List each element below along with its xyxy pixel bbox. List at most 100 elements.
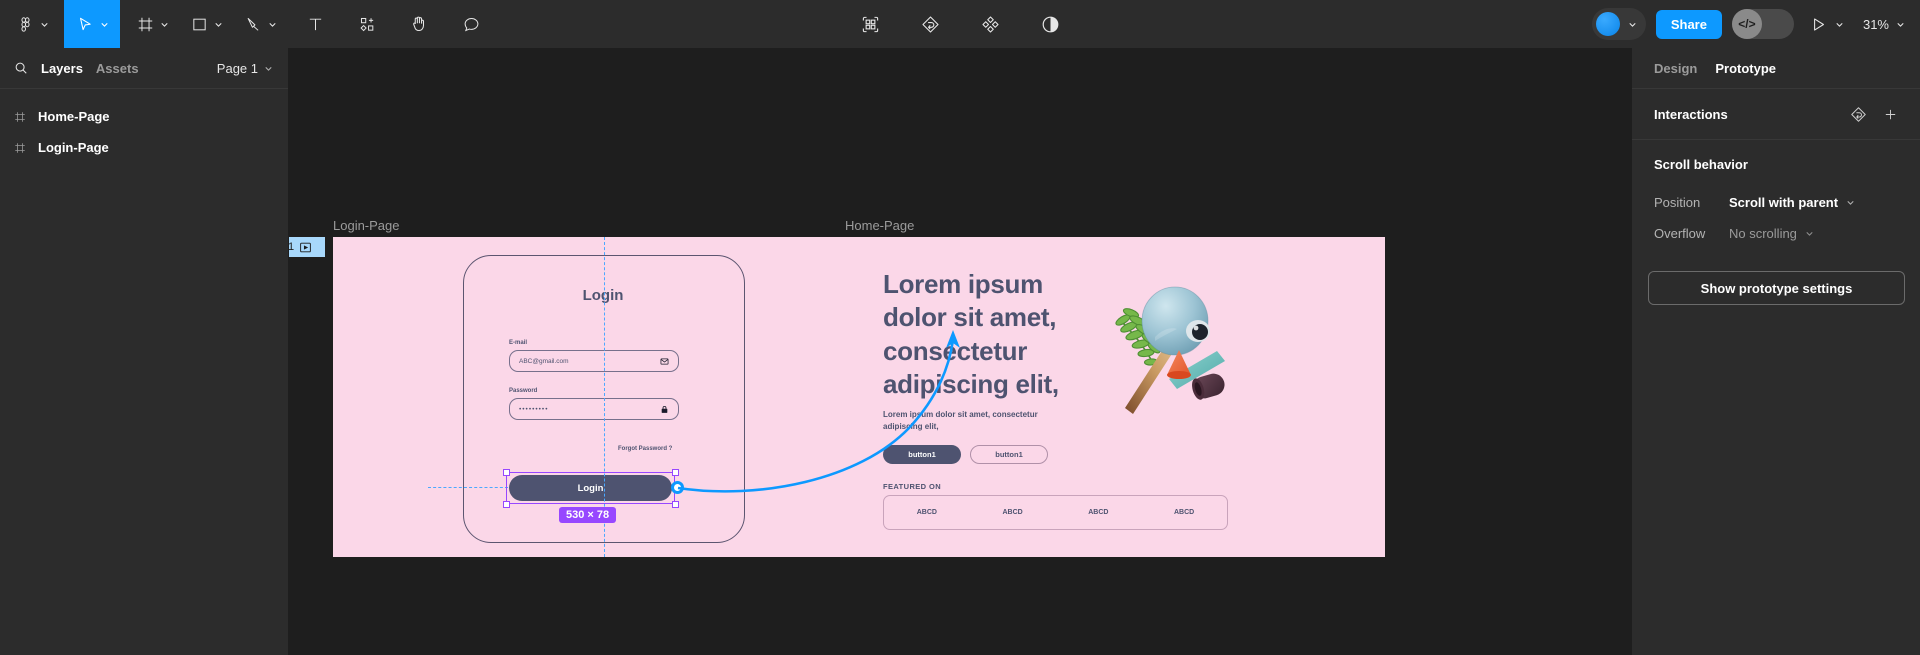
resize-handle-top-left[interactable] [503,469,510,476]
actions-tool-icon[interactable] [350,0,384,48]
email-value: ABC@gmail.com [519,357,569,365]
frame-label-home-page[interactable]: Home-Page [845,218,914,233]
alignment-guide-horizontal [428,487,508,488]
pen-tool-icon[interactable] [242,0,264,48]
frame-home-page[interactable]: Lorem ipsum dolor sit amet, consectetur … [845,237,1385,557]
interactions-actions [1850,106,1898,123]
login-submit-button[interactable]: Login [509,475,672,501]
tab-prototype[interactable]: Prototype [1715,61,1776,76]
pen-tool-button[interactable] [238,0,282,48]
layer-item-home-page[interactable]: Home-Page [0,101,288,132]
chevron-down-icon[interactable] [1804,228,1815,239]
lock-icon [660,405,669,414]
contrast-icon[interactable] [1033,0,1067,48]
play-icon[interactable] [1810,16,1827,33]
chevron-down-icon[interactable] [1845,197,1856,208]
overflow-value: No scrolling [1729,226,1797,241]
overflow-select[interactable]: No scrolling [1729,226,1815,241]
flow-start-badge[interactable]: 1 [289,236,326,258]
resize-handle-bottom-left[interactable] [503,501,510,508]
featured-logos-row: ABCD ABCD ABCD ABCD [883,495,1228,530]
email-label: E-mail [509,340,528,346]
figma-menu-icon[interactable] [14,0,36,48]
chevron-down-icon[interactable] [99,19,110,30]
email-field[interactable]: ABC@gmail.com [509,350,679,372]
comment-tool-icon[interactable] [454,0,488,48]
hero-secondary-button[interactable]: button1 [970,445,1048,464]
frame-tool-icon[interactable] [134,0,156,48]
prototype-connector-handle[interactable] [671,481,684,494]
scroll-behavior-heading: Scroll behavior [1654,157,1748,172]
dev-mode-icon[interactable] [853,0,887,48]
chevron-down-icon[interactable] [1895,19,1906,30]
frame-icon [14,111,26,123]
figma-menu-button[interactable] [0,0,54,48]
code-icon: </> [1731,9,1762,39]
frame-icon [14,142,26,154]
layer-item-login-page[interactable]: Login-Page [0,132,288,163]
dev-mode-toggle[interactable]: </> [1731,9,1794,39]
components-icon[interactable] [973,0,1007,48]
zoom-control[interactable]: 31% [1863,17,1906,32]
page-selector-label: Page 1 [216,60,258,76]
hand-tool-icon[interactable] [402,0,436,48]
resize-handle-top-right[interactable] [672,469,679,476]
search-icon[interactable] [14,61,28,75]
hero-title: Lorem ipsum dolor sit amet, consectetur … [883,269,1059,399]
left-sidebar: Layers Assets Page 1 Home-Page Login-Pag… [0,48,289,655]
row-overflow: Overflow No scrolling [1654,218,1898,249]
toolbar-left-tools [0,0,488,48]
password-field[interactable]: ••••••••• [509,398,679,420]
abstract-3d-illustration [1115,286,1225,414]
chevron-down-icon[interactable] [267,19,278,30]
chevron-down-icon[interactable] [39,19,50,30]
chevron-down-icon[interactable] [159,19,170,30]
forgot-password-link[interactable]: Forgot Password ? [618,446,672,452]
right-panel-tabs: Design Prototype [1632,48,1920,89]
position-label: Position [1654,195,1701,210]
featured-item: ABCD [1002,509,1023,516]
zoom-level-label: 31% [1862,16,1889,32]
featured-item: ABCD [916,509,937,516]
present-button[interactable] [1810,16,1845,33]
login-title: Login [582,287,624,304]
move-tool-icon[interactable] [74,0,96,48]
tab-layers[interactable]: Layers [41,61,83,76]
interactions-section: Interactions [1632,89,1920,140]
prototype-icon[interactable] [1850,106,1867,123]
shape-tool-button[interactable] [184,0,228,48]
chevron-down-icon[interactable] [1627,19,1638,30]
prototype-icon[interactable] [913,0,947,48]
flow-badge-number: 1 [289,241,295,253]
rectangle-icon[interactable] [188,0,210,48]
hero-primary-button[interactable]: button1 [883,445,961,464]
position-select[interactable]: Scroll with parent [1729,195,1856,210]
hero-subtitle: Lorem ipsum dolor sit amet, consectetur … [883,410,1038,431]
tab-assets[interactable]: Assets [96,61,139,76]
show-prototype-settings-button[interactable]: Show prototype settings [1648,271,1905,305]
layer-label: Home-Page [38,109,110,124]
tab-design[interactable]: Design [1654,61,1697,76]
frame-tool-button[interactable] [130,0,174,48]
add-interaction-button[interactable] [1883,107,1898,122]
chevron-down-icon[interactable] [263,63,274,74]
flow-start-icon [299,241,312,254]
design-canvas[interactable]: Login-Page 1 Login E-mail ABC@gmail.com … [289,48,1631,655]
password-label: Password [509,388,538,394]
frame-label-login-page[interactable]: Login-Page [333,218,400,233]
chevron-down-icon[interactable] [1834,19,1845,30]
row-position: Position Scroll with parent [1654,187,1898,218]
text-tool-icon[interactable] [298,0,332,48]
toolbar-right-cluster: Share </> 31% [1591,0,1906,48]
chevron-down-icon[interactable] [213,19,224,30]
frame-login-page[interactable]: 1 Login E-mail ABC@gmail.com Password ••… [289,236,873,557]
user-avatar-group[interactable] [1591,8,1646,40]
move-tool-button[interactable] [64,0,120,48]
selection-size-badge: 530 × 78 [559,507,617,523]
share-button[interactable]: Share [1655,9,1722,39]
featured-item: ABCD [1174,509,1195,516]
resize-handle-bottom-right[interactable] [672,501,679,508]
top-toolbar: Share </> 31% [0,0,1920,48]
page-selector[interactable]: Page 1 [217,61,274,76]
avatar [1595,12,1620,36]
